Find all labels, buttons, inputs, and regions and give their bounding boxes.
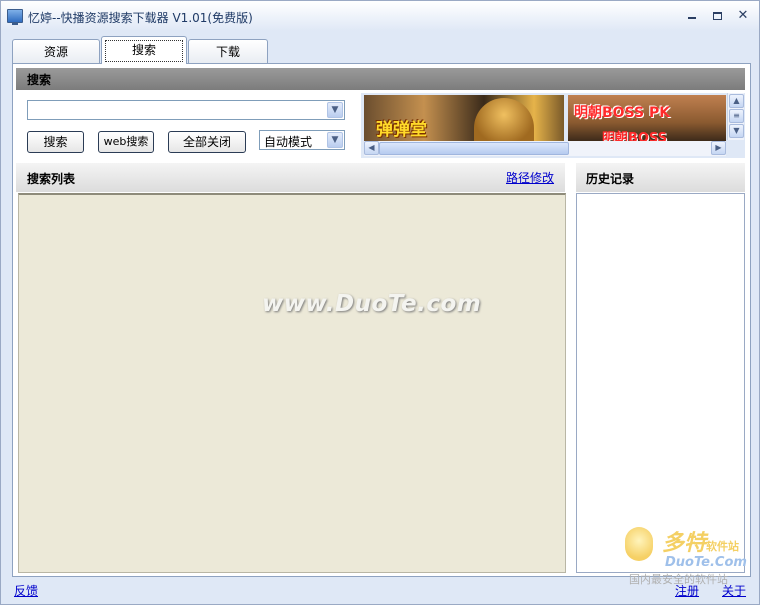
mascot-icon (625, 527, 653, 561)
site-logo-cn-small: 软件站 (706, 540, 740, 553)
register-link[interactable]: 注册 (675, 582, 699, 599)
site-logo-en: DuoTe.Com (665, 555, 747, 570)
close-all-button[interactable]: 全部关闭 (168, 131, 246, 153)
maximize-icon (712, 12, 722, 20)
web-search-button[interactable]: web搜索 (98, 131, 154, 153)
search-results-list[interactable]: www.DuoTe.com (18, 193, 566, 573)
site-logo: 多特软件站 DuoTe.Com 国内最安全的软件站 (625, 523, 757, 586)
site-logo-cn: 多特软件站 (662, 525, 739, 557)
banner-vertical-scrollbar[interactable]: ▲ ≡ ▼ (727, 93, 744, 140)
history-list[interactable] (576, 193, 745, 573)
minimize-icon (688, 17, 696, 19)
search-button[interactable]: 搜索 (27, 131, 84, 153)
app-window: 忆婷--快播资源搜索下载器 V1.01(免费版) ✕ 资源 下载 搜索 搜索 ▼… (0, 0, 760, 605)
scroll-left-icon[interactable]: ◀ (364, 141, 379, 155)
about-link[interactable]: 关于 (722, 582, 746, 599)
horizontal-scroll-thumb[interactable] (379, 142, 569, 155)
ad2-subtitle: 明朝BOSS (602, 131, 668, 141)
path-modify-link[interactable]: 路径修改 (506, 169, 554, 186)
search-list-header: 搜索列表 路径修改 (16, 163, 565, 192)
ad1-title: 弹弹堂 (376, 120, 427, 140)
scroll-right-icon[interactable]: ▶ (711, 141, 726, 155)
site-logo-cn-text: 多特 (662, 530, 707, 556)
monitor-icon (7, 9, 23, 25)
character-image (474, 98, 534, 141)
banner-horizontal-scrollbar[interactable]: ◀ ▶ (364, 141, 726, 156)
title-bar: 忆婷--快播资源搜索下载器 V1.01(免费版) ✕ (1, 1, 759, 31)
chevron-down-icon[interactable]: ▼ (327, 132, 343, 148)
history-header: 历史记录 (576, 163, 745, 192)
mode-select-value: 自动模式 (264, 135, 313, 149)
close-button[interactable]: ✕ (732, 7, 754, 25)
ad-banner: 弹弹堂 明朝BOSS PK 明朝BOSS ▲ ≡ ▼ ◀ ▶ (361, 93, 745, 158)
watermark: www.DuoTe.com (262, 291, 482, 317)
tab-search[interactable]: 搜索 (101, 36, 187, 64)
search-section-header: 搜索 (16, 68, 745, 90)
scroll-up-icon[interactable]: ▲ (729, 94, 744, 108)
mode-select[interactable]: 自动模式 ▼ (259, 130, 345, 150)
tab-download[interactable]: 下载 (188, 39, 268, 64)
focus-rect (105, 40, 183, 62)
search-input[interactable]: ▼ (27, 100, 345, 120)
search-section-title: 搜索 (27, 73, 52, 87)
scroll-thumb[interactable]: ≡ (729, 109, 744, 123)
close-icon: ✕ (737, 8, 749, 23)
minimize-button[interactable] (681, 7, 703, 25)
tab-resource[interactable]: 资源 (12, 39, 100, 64)
feedback-link[interactable]: 反馈 (14, 582, 38, 599)
chevron-down-icon[interactable]: ▼ (327, 102, 343, 118)
history-title: 历史记录 (586, 172, 635, 186)
scroll-down-icon[interactable]: ▼ (729, 124, 744, 138)
maximize-button[interactable] (706, 7, 728, 25)
ad-image-game-2[interactable]: 明朝BOSS PK 明朝BOSS (568, 95, 726, 141)
ad-image-game-1[interactable]: 弹弹堂 (364, 95, 564, 141)
window-title: 忆婷--快播资源搜索下载器 V1.01(免费版) (28, 11, 253, 25)
search-list-title: 搜索列表 (27, 172, 76, 186)
ad2-title: 明朝BOSS PK (574, 105, 671, 121)
